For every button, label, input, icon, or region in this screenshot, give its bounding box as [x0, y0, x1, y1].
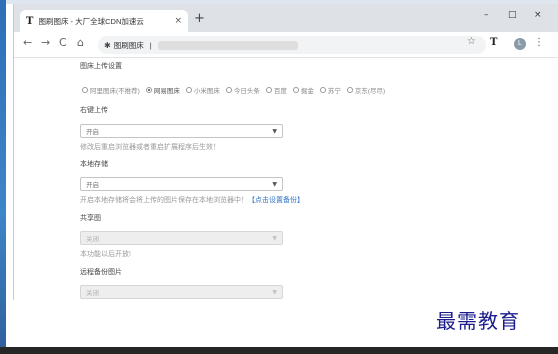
shared-image-title: 共享图 — [80, 215, 101, 222]
extension-icon[interactable]: T — [490, 37, 497, 48]
settings-page: 图床上传设置 阿里图床(不推荐) 网易图床 小米图床 今日头条 百度 掘金 苏宁… — [14, 58, 558, 300]
forward-icon[interactable]: → — [41, 36, 50, 49]
radio-option[interactable]: 京东(尽尽) — [346, 85, 385, 95]
chevron-down-icon: ▼ — [272, 234, 277, 242]
watermark-logo: 最需教育 — [436, 309, 520, 333]
backup-image-select: 关闭 ▼ — [80, 285, 283, 299]
radio-option[interactable]: 小米图床 — [185, 85, 220, 95]
chevron-down-icon: ▼ — [272, 127, 277, 135]
radio-dot[interactable] — [319, 87, 326, 93]
context-upload-select[interactable]: 开启 ▼ — [80, 124, 283, 138]
local-storage-hint: 开启本地存储将会将上传的图片保存在本地浏览器中！【点击设置备份】 — [80, 197, 304, 204]
tab-close-icon[interactable]: × — [174, 16, 182, 26]
local-storage-select[interactable]: 开启 ▼ — [80, 177, 283, 191]
bookmark-star-icon[interactable]: ☆ — [467, 36, 476, 47]
new-tab-icon[interactable]: + — [194, 12, 205, 26]
maximize-icon[interactable]: □ — [508, 10, 517, 20]
context-upload-hint: 修改后重启浏览器或者重启扩展程序后生效！ — [80, 144, 220, 151]
back-icon[interactable]: ← — [23, 36, 32, 49]
select-value: 关闭 — [86, 290, 99, 297]
close-window-icon[interactable]: × — [534, 10, 542, 20]
desktop-left-strip — [0, 0, 6, 354]
puzzle-icon: ✱ — [104, 40, 111, 50]
radio-option[interactable]: 阿里图床(不推荐) — [82, 85, 140, 95]
browser-toolbar: ← → C ⌂ ✱ 图刷图床 | ☆ T L ⋮ — [14, 32, 558, 58]
select-value: 关闭 — [86, 236, 99, 243]
select-value: 开启 — [86, 182, 99, 189]
shared-image-select: 关闭 ▼ — [80, 231, 283, 245]
browser-tab[interactable]: T 图刷图床 - 大厂全球CDN加速云 × — [20, 10, 188, 32]
upload-settings-title: 图床上传设置 — [80, 63, 122, 70]
radio-dot[interactable] — [346, 87, 353, 93]
backup-image-title: 远程备份图片 — [80, 269, 122, 276]
radio-option[interactable]: 网易图床 — [145, 85, 180, 95]
select-value: 开启 — [86, 129, 99, 136]
radio-option[interactable]: 苏宁 — [319, 85, 341, 95]
shared-image-hint: 本功能以后开放! — [80, 251, 131, 258]
context-upload-title: 右键上传 — [80, 107, 108, 114]
radio-dot[interactable] — [292, 87, 299, 93]
address-bar-separator: | — [149, 40, 152, 50]
radio-dot[interactable] — [145, 87, 152, 93]
address-bar-label: 图刷图床 — [113, 40, 144, 50]
taskbar-edge — [0, 347, 558, 354]
minimize-icon[interactable]: – — [484, 10, 489, 20]
local-storage-title: 本地存储 — [80, 161, 108, 168]
radio-dot[interactable] — [265, 87, 272, 93]
home-icon[interactable]: ⌂ — [77, 36, 84, 49]
address-bar[interactable]: ✱ 图刷图床 | — [98, 36, 486, 54]
upload-host-radio-group: 阿里图床(不推荐) 网易图床 小米图床 今日头条 百度 掘金 苏宁 京东(尽尽) — [82, 85, 391, 95]
browser-window: T 图刷图床 - 大厂全球CDN加速云 × + – □ × ← → C ⌂ ✱ … — [13, 4, 558, 300]
chevron-down-icon: ▼ — [272, 288, 277, 296]
radio-dot[interactable] — [225, 87, 232, 93]
reload-icon[interactable]: C — [59, 36, 67, 49]
browser-menu-icon[interactable]: ⋮ — [534, 37, 544, 48]
profile-avatar[interactable]: L — [514, 38, 526, 50]
radio-option[interactable]: 今日头条 — [225, 85, 260, 95]
tab-favicon-icon: T — [26, 15, 34, 27]
radio-dot[interactable] — [82, 87, 88, 93]
browser-titlebar: T 图刷图床 - 大厂全球CDN加速云 × + – □ × — [14, 4, 558, 32]
radio-option[interactable]: 掘金 — [292, 85, 314, 95]
backup-settings-link[interactable]: 【点击设置备份】 — [248, 197, 304, 204]
tab-title: 图刷图床 - 大厂全球CDN加速云 — [38, 16, 144, 26]
address-bar-url-blurred — [157, 40, 298, 50]
radio-option[interactable]: 百度 — [265, 85, 287, 95]
radio-dot[interactable] — [185, 87, 192, 93]
chevron-down-icon: ▼ — [272, 180, 277, 188]
